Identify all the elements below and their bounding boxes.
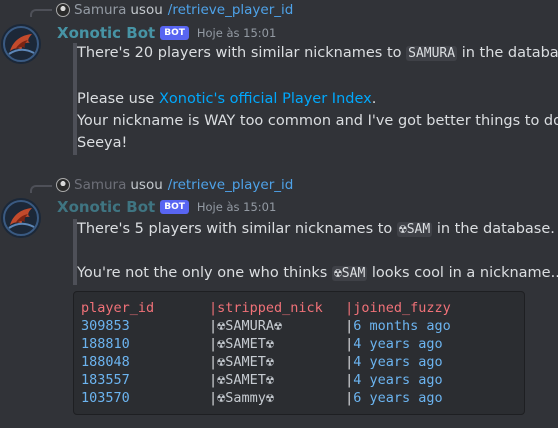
reply-command[interactable]: /retrieve_player_id	[168, 177, 294, 193]
reply-username[interactable]: Samura	[74, 177, 126, 193]
message-header: Xonotic Bot BOT Hoje às 15:01	[57, 197, 276, 217]
table-row: 188048 |☢SAMET☢ |4 years ago	[81, 354, 443, 370]
cell-nick: ☢SAMURA☢	[217, 318, 283, 334]
cell-joined: 4 years ago	[353, 354, 443, 370]
cell-joined: 4 years ago	[353, 336, 443, 352]
timestamp[interactable]: Hoje às 15:01	[197, 200, 276, 214]
text-line-2: You're not the only one who thinks ☢SAM …	[77, 263, 558, 284]
xonotic-logo-icon[interactable]	[1, 198, 41, 238]
cell-player-id: 103570	[81, 390, 130, 406]
results-code-block: player_id |stripped_nick |joined_fuzzy 309…	[73, 291, 525, 415]
reply-connector	[30, 185, 52, 193]
text-fragment: looks cool in a nickname...	[371, 265, 558, 281]
cell-player-id: 309853	[81, 318, 130, 334]
table-row: 183557 |☢SAMET☢ |4 years ago	[81, 372, 443, 388]
message-2: Samura usou /retrieve_player_id Xonotic …	[0, 0, 558, 428]
message-body: There's 5 players with similar nicknames…	[73, 219, 558, 285]
column-header-player-id: player_id	[81, 300, 155, 316]
cell-player-id: 188810	[81, 336, 130, 352]
table-row: 103570 |☢Sammy☢ |6 years ago	[81, 390, 443, 406]
cell-player-id: 183557	[81, 372, 130, 388]
text-fragment: You're not the only one who thinks	[77, 265, 328, 281]
cell-joined: 6 months ago	[353, 318, 451, 334]
cell-player-id: 188048	[81, 354, 130, 370]
text-fragment: in the database.	[436, 221, 555, 237]
table-row: 188810 |☢SAMET☢ |4 years ago	[81, 336, 443, 352]
bot-badge: BOT	[160, 200, 189, 214]
table-header-row: player_id |stripped_nick |joined_fuzzy	[81, 300, 451, 316]
cell-joined: 6 years ago	[353, 390, 443, 406]
author-name[interactable]: Xonotic Bot	[57, 198, 155, 216]
reply-used-label: usou	[130, 177, 163, 193]
cell-nick: ☢Sammy☢	[217, 390, 275, 406]
cell-joined: 4 years ago	[353, 372, 443, 388]
text-fragment: There's 5 players with similar nicknames…	[77, 221, 393, 237]
text-line-1: There's 5 players with similar nicknames…	[77, 219, 555, 240]
column-header-joined-fuzzy: joined_fuzzy	[353, 300, 451, 316]
inline-code: ☢SAM	[396, 222, 433, 237]
inline-code: ☢SAM	[331, 266, 368, 281]
reply-context[interactable]: Samura usou /retrieve_player_id	[56, 176, 293, 194]
cell-nick: ☢SAMET☢	[217, 336, 275, 352]
cell-nick: ☢SAMET☢	[217, 354, 275, 370]
cell-nick: ☢SAMET☢	[217, 372, 275, 388]
table-row: 309853 |☢SAMURA☢ |6 months ago	[81, 318, 451, 334]
user-avatar-icon[interactable]	[56, 178, 70, 192]
column-header-stripped-nick: stripped_nick	[217, 300, 323, 316]
